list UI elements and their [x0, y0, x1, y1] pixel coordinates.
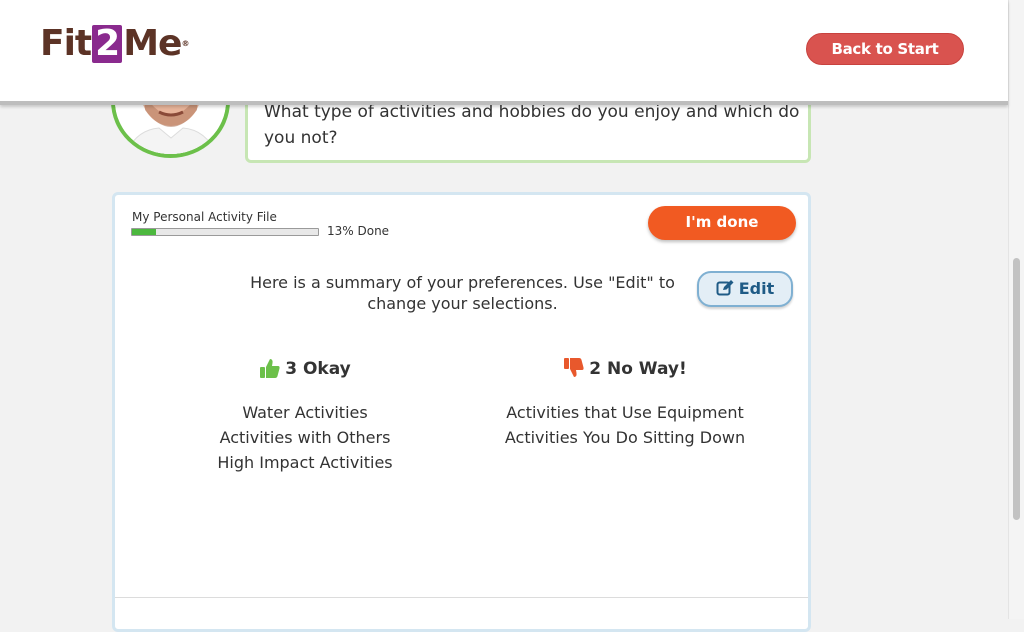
no-way-item: Activities You Do Sitting Down	[504, 428, 746, 447]
progress-bar	[131, 228, 319, 236]
fit2me-logo[interactable]: Fit 2 Me®	[40, 24, 189, 64]
okay-column: 3 Okay Water Activities Activities with …	[185, 357, 425, 475]
progress-fill	[132, 229, 157, 235]
okay-list: Water Activities Activities with Others …	[185, 400, 425, 475]
app-header: Fit 2 Me® Back to Start	[0, 0, 1008, 105]
edit-button[interactable]: Edit	[697, 271, 793, 307]
no-way-item: Activities that Use Equipment	[506, 403, 744, 422]
okay-item: Activities with Others	[219, 428, 391, 447]
no-way-heading: 2 No Way!	[475, 357, 775, 381]
edit-icon	[716, 280, 734, 296]
activity-file-label: My Personal Activity File	[132, 210, 277, 224]
page-scrollbar[interactable]	[1008, 0, 1024, 619]
no-way-column: 2 No Way! Activities that Use Equipment …	[475, 357, 775, 450]
thumbs-up-icon	[260, 359, 280, 378]
no-way-list: Activities that Use Equipment Activities…	[475, 400, 775, 450]
back-to-start-button[interactable]: Back to Start	[806, 33, 964, 65]
no-way-title: 2 No Way!	[589, 359, 687, 379]
okay-heading: 3 Okay	[185, 357, 425, 381]
okay-item: High Impact Activities	[217, 453, 393, 472]
activity-summary-card: My Personal Activity File 13% Done I'm d…	[112, 192, 811, 632]
okay-item: Water Activities	[242, 403, 368, 422]
thumbs-down-icon	[564, 358, 584, 377]
summary-text: Here is a summary of your preferences. U…	[250, 273, 675, 313]
im-done-button[interactable]: I'm done	[648, 206, 796, 240]
progress-label: 13% Done	[327, 224, 390, 238]
card-divider	[115, 597, 808, 598]
edit-button-label: Edit	[738, 279, 775, 298]
scrollbar-thumb[interactable]	[1013, 258, 1020, 520]
okay-title: 3 Okay	[285, 359, 351, 379]
question-text: What type of activities and hobbies do y…	[264, 102, 800, 148]
